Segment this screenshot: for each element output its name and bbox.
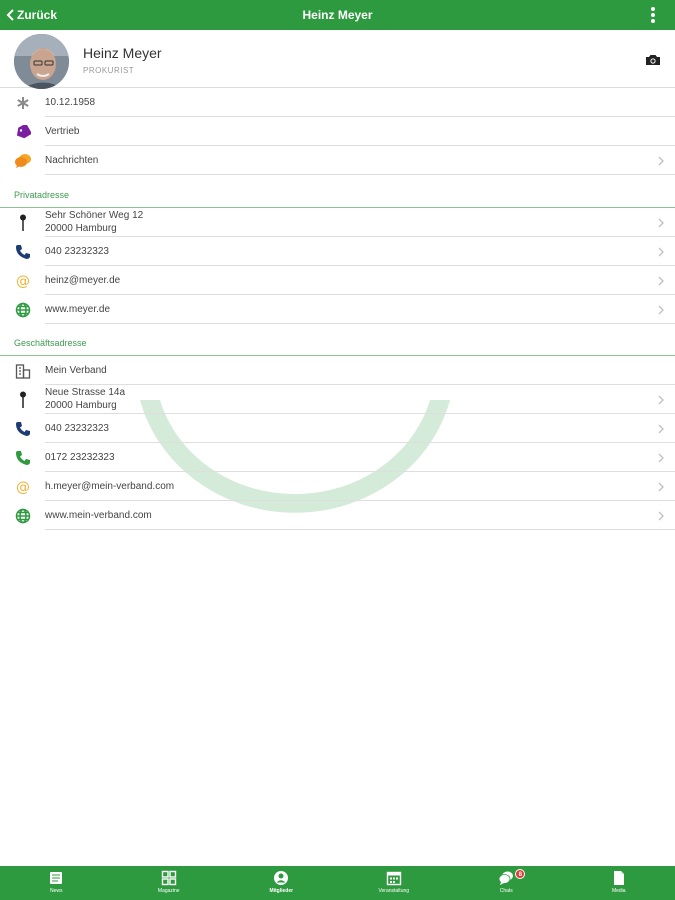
calendar-icon [386, 871, 401, 886]
phone-icon [13, 419, 33, 439]
company-name: Mein Verband [45, 365, 107, 376]
profile-header: Heinz Meyer PROKURIST [0, 30, 675, 89]
file-icon [613, 871, 624, 885]
bottom-tab-bar: News Magazine Mitglieder Veranstaltung 8… [0, 866, 675, 900]
chevron-right-icon [658, 247, 664, 257]
chat-icon [498, 871, 514, 885]
avatar-photo [14, 34, 69, 89]
private-address-row[interactable]: Sehr Schöner Weg 12 20000 Hamburg [0, 208, 675, 237]
private-email-row[interactable]: @ heinz@meyer.de [0, 266, 675, 295]
chevron-right-icon [658, 511, 664, 521]
map-pin-icon [13, 390, 33, 410]
tab-label: Chats [499, 888, 513, 894]
chat-bubble-icon [13, 151, 33, 171]
business-web: www.mein-verband.com [45, 510, 152, 521]
business-email: h.meyer@mein-verband.com [45, 481, 175, 492]
tab-label: Magazine [157, 888, 180, 894]
more-menu-button[interactable] [649, 7, 657, 23]
tab-chats[interactable]: 8 Chats [450, 866, 563, 900]
private-phone: 040 23232323 [45, 246, 109, 257]
profile-role: PROKURIST [83, 66, 135, 75]
globe-icon [13, 506, 33, 526]
tab-media[interactable]: Media [563, 866, 675, 900]
business-mobile-row[interactable]: 0172 23232323 [0, 443, 675, 472]
chevron-right-icon [658, 276, 664, 286]
profile-name: Heinz Meyer [83, 45, 162, 61]
mobile-phone-icon [13, 448, 33, 468]
messages-text: Nachrichten [45, 155, 99, 166]
tab-label: Veranstaltung [378, 888, 410, 894]
company-row: Mein Verband [0, 356, 675, 385]
asterisk-icon [13, 93, 33, 113]
camera-icon [646, 55, 660, 65]
back-button[interactable]: Zurück [6, 0, 57, 30]
back-label: Zurück [17, 8, 58, 22]
at-sign-icon: @ [13, 271, 33, 291]
unread-badge: 8 [515, 869, 526, 879]
private-street: Sehr Schöner Weg 12 [45, 210, 144, 221]
section-business-address: Geschäftsadresse [0, 334, 675, 356]
section-label: Privatadresse [14, 190, 70, 200]
birthday-row: 10.12.1958 [0, 88, 675, 117]
avatar[interactable] [14, 34, 69, 89]
tab-magazine[interactable]: Magazine [113, 866, 226, 900]
tab-label: Media [611, 888, 626, 894]
phone-icon [13, 242, 33, 262]
svg-text:@: @ [16, 274, 30, 290]
more-dot [651, 7, 655, 11]
business-phone: 040 23232323 [45, 423, 109, 434]
business-city: 20000 Hamburg [45, 400, 117, 411]
map-pin-icon [13, 213, 33, 233]
section-label: Geschäftsadresse [14, 338, 87, 348]
tab-members[interactable]: Mitglieder [225, 866, 338, 900]
chevron-right-icon [658, 424, 664, 434]
grid-icon [161, 870, 176, 886]
private-email: heinz@meyer.de [45, 275, 121, 286]
private-web: www.meyer.de [45, 304, 111, 315]
camera-button[interactable] [645, 53, 661, 71]
svg-text:@: @ [16, 480, 30, 496]
tab-label: News [49, 888, 63, 894]
section-private-address: Privatadresse [0, 186, 675, 208]
chevron-right-icon [658, 453, 664, 463]
business-email-row[interactable]: @ h.meyer@mein-verband.com [0, 472, 675, 501]
business-street: Neue Strasse 14a [45, 387, 126, 398]
divider [45, 323, 675, 324]
messages-row[interactable]: Nachrichten [0, 146, 675, 175]
person-icon [274, 871, 289, 885]
divider [45, 174, 675, 175]
building-icon [13, 361, 33, 381]
tab-news[interactable]: News [0, 866, 113, 900]
at-sign-icon: @ [13, 477, 33, 497]
business-mobile: 0172 23232323 [45, 452, 115, 463]
private-phone-row[interactable]: 040 23232323 [0, 237, 675, 266]
page-title: Heinz Meyer [302, 8, 373, 22]
private-city: 20000 Hamburg [45, 223, 117, 234]
more-dot [651, 19, 655, 23]
business-web-row[interactable]: www.mein-verband.com [0, 501, 675, 530]
private-web-row[interactable]: www.meyer.de [0, 295, 675, 324]
chevron-right-icon [658, 395, 664, 405]
birthday-text: 10.12.1958 [45, 97, 96, 108]
news-icon [50, 872, 63, 884]
chevron-right-icon [658, 305, 664, 315]
more-dot [651, 13, 655, 17]
top-bar: Heinz Meyer Zurück [0, 0, 675, 30]
department-row: Vertrieb [0, 117, 675, 146]
divider [45, 529, 675, 530]
business-address-row[interactable]: Neue Strasse 14a 20000 Hamburg [0, 385, 675, 414]
chevron-right-icon [658, 218, 664, 228]
globe-icon [13, 300, 33, 320]
chevron-right-icon [658, 482, 664, 492]
business-phone-row[interactable]: 040 23232323 [0, 414, 675, 443]
tag-icon [13, 122, 33, 142]
tab-label: Mitglieder [269, 888, 294, 894]
chevron-right-icon [658, 156, 664, 166]
tab-events[interactable]: Veranstaltung [338, 866, 451, 900]
chevron-left-icon [6, 9, 14, 21]
department-text: Vertrieb [45, 126, 80, 137]
